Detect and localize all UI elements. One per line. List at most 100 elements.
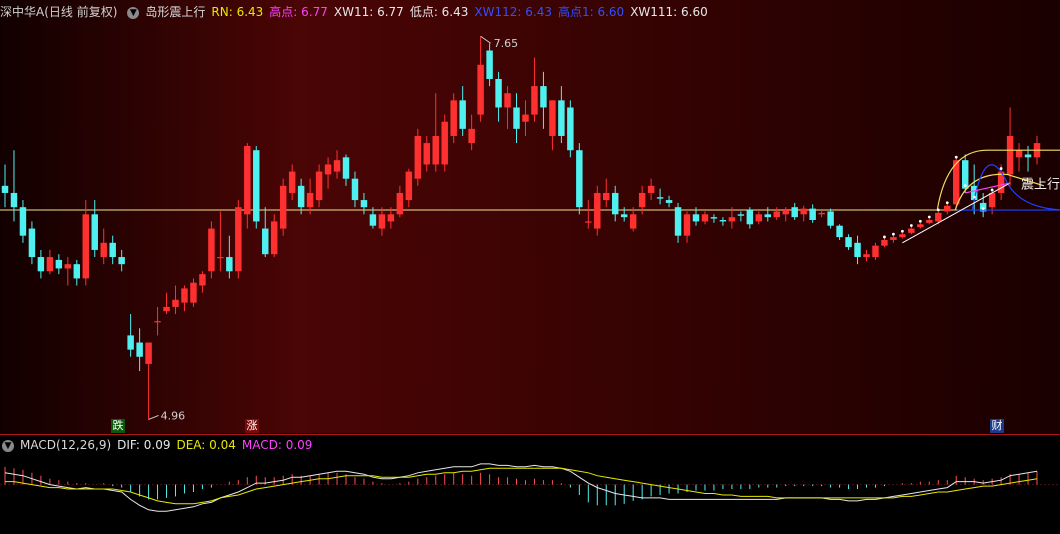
candle[interactable]: [486, 43, 493, 87]
candle[interactable]: [46, 249, 54, 275]
candle[interactable]: [423, 135, 431, 172]
candle[interactable]: [262, 207, 269, 258]
candle[interactable]: [181, 285, 188, 312]
candle[interactable]: [701, 211, 709, 225]
candle[interactable]: [944, 202, 951, 215]
candle[interactable]: [827, 208, 834, 229]
candle[interactable]: [782, 207, 789, 222]
candle[interactable]: [136, 328, 143, 372]
candle[interactable]: [665, 195, 673, 208]
marker-finance[interactable]: 财: [990, 419, 1004, 433]
candle[interactable]: [297, 178, 305, 215]
candle[interactable]: [917, 222, 924, 229]
candle[interactable]: [585, 200, 592, 229]
candle[interactable]: [145, 342, 152, 420]
candle[interactable]: [360, 192, 368, 215]
candle[interactable]: [791, 202, 798, 221]
candle[interactable]: [1015, 143, 1023, 172]
candle[interactable]: [405, 168, 413, 208]
candle[interactable]: [118, 249, 125, 272]
candle[interactable]: [217, 211, 224, 272]
chevron-down-icon[interactable]: ▼: [2, 439, 14, 452]
candle[interactable]: [558, 86, 565, 144]
candle[interactable]: [576, 143, 583, 215]
candle[interactable]: [764, 207, 772, 222]
candle[interactable]: [396, 185, 404, 218]
candle[interactable]: [836, 224, 843, 240]
candle[interactable]: [253, 145, 260, 229]
candle[interactable]: [522, 100, 529, 136]
candle[interactable]: [414, 128, 422, 186]
candle[interactable]: [208, 221, 215, 279]
candle[interactable]: [495, 71, 502, 122]
candle[interactable]: [199, 271, 206, 293]
candle[interactable]: [333, 150, 341, 179]
candle[interactable]: [468, 114, 475, 151]
candle[interactable]: [504, 86, 511, 129]
candle[interactable]: [926, 218, 933, 225]
candle[interactable]: [1, 164, 9, 208]
candle[interactable]: [73, 259, 81, 286]
candlestick-chart[interactable]: 7.65 4.96 震上行: [0, 0, 1060, 433]
candle[interactable]: [773, 207, 780, 221]
candle[interactable]: [737, 211, 745, 222]
candle[interactable]: [899, 232, 906, 239]
candle[interactable]: [378, 207, 386, 236]
candle[interactable]: [594, 185, 601, 236]
candle[interactable]: [441, 114, 448, 172]
candle[interactable]: [306, 178, 314, 215]
candle[interactable]: [629, 207, 637, 232]
candle[interactable]: [127, 314, 134, 357]
candle[interactable]: [863, 249, 870, 262]
candle[interactable]: [19, 200, 27, 243]
candle[interactable]: [854, 235, 861, 265]
marker-fall[interactable]: 跌: [111, 419, 125, 433]
candle[interactable]: [540, 71, 547, 129]
candle[interactable]: [620, 207, 628, 222]
candle[interactable]: [109, 235, 116, 265]
candle[interactable]: [37, 249, 45, 279]
candle[interactable]: [324, 157, 332, 189]
candle[interactable]: [55, 254, 63, 275]
candle[interactable]: [235, 200, 242, 279]
candle[interactable]: [10, 150, 18, 222]
candle[interactable]: [800, 205, 807, 222]
candle[interactable]: [872, 242, 879, 260]
candle[interactable]: [64, 257, 72, 286]
candle[interactable]: [647, 178, 655, 201]
candle[interactable]: [656, 188, 664, 205]
candle[interactable]: [513, 93, 520, 144]
candle[interactable]: [845, 234, 852, 250]
candle[interactable]: [890, 234, 897, 243]
candle[interactable]: [908, 227, 915, 235]
chevron-down-icon[interactable]: ▼: [127, 6, 140, 19]
candle[interactable]: [603, 178, 610, 208]
candle[interactable]: [190, 278, 197, 307]
candle[interactable]: [351, 171, 359, 208]
candle[interactable]: [28, 221, 36, 265]
candle[interactable]: [91, 200, 98, 258]
candle[interactable]: [567, 100, 574, 158]
candle[interactable]: [154, 306, 161, 336]
candle[interactable]: [342, 154, 350, 186]
candle[interactable]: [710, 214, 718, 223]
candle[interactable]: [809, 204, 816, 223]
candle[interactable]: [611, 185, 619, 222]
candle[interactable]: [719, 217, 727, 226]
candle[interactable]: [288, 164, 296, 201]
macd-title[interactable]: MACD(12,26,9): [20, 438, 111, 452]
candle[interactable]: [531, 57, 538, 122]
candle[interactable]: [683, 211, 691, 243]
candle[interactable]: [746, 207, 754, 229]
candle[interactable]: [315, 164, 323, 208]
marker-rise[interactable]: 涨: [245, 419, 259, 433]
candle[interactable]: [82, 200, 89, 286]
candle[interactable]: [244, 143, 251, 229]
candle[interactable]: [755, 211, 763, 225]
candle[interactable]: [172, 285, 179, 315]
candle[interactable]: [279, 178, 287, 236]
candle[interactable]: [549, 100, 556, 151]
candle[interactable]: [818, 210, 825, 218]
candle[interactable]: [163, 292, 170, 315]
symbol-label[interactable]: 深中华A(日线 前复权): [0, 5, 117, 19]
